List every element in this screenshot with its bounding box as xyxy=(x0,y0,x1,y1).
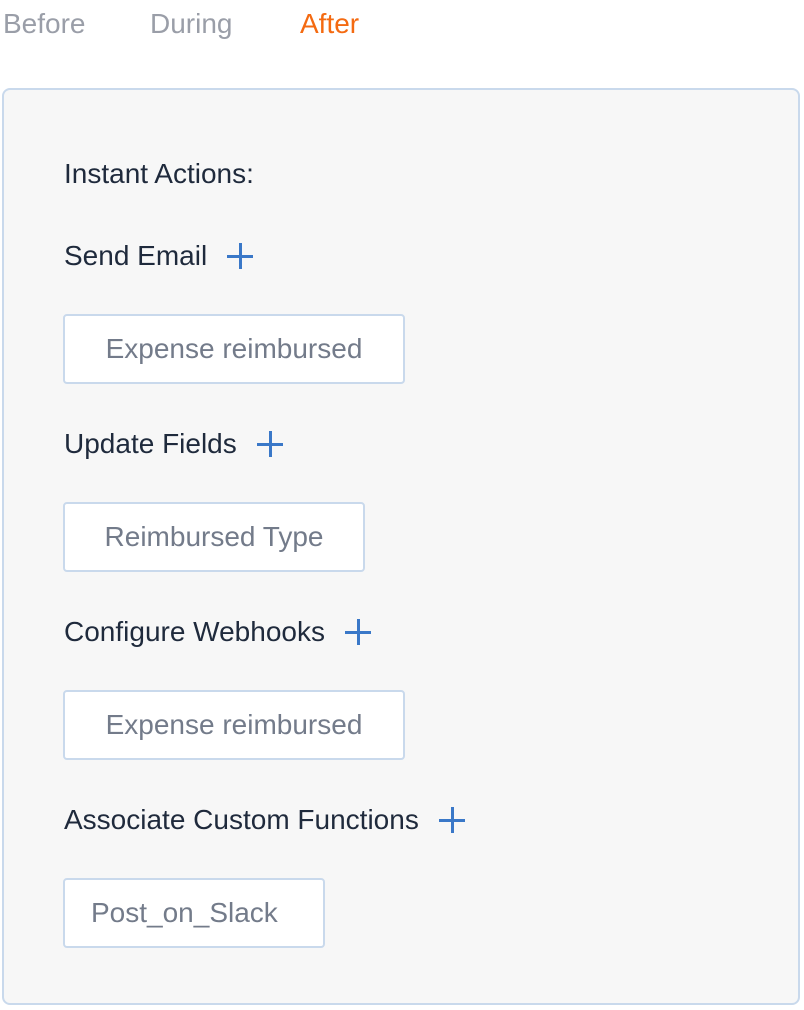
section-label: Configure Webhooks xyxy=(64,616,325,647)
custom-functions-section: Associate Custom Functions xyxy=(64,804,465,836)
configure-webhooks-section: Configure Webhooks xyxy=(64,616,371,648)
plus-icon[interactable] xyxy=(438,807,465,833)
plus-icon[interactable] xyxy=(344,619,371,645)
plus-icon[interactable] xyxy=(227,243,254,269)
section-label: Associate Custom Functions xyxy=(64,804,419,835)
instant-actions-panel: Instant Actions: Send Email Expense reim… xyxy=(2,88,800,1005)
email-item[interactable]: Expense reimbursed xyxy=(63,314,405,384)
custom-function-item[interactable]: Post_on_Slack xyxy=(63,878,325,948)
send-email-section: Send Email xyxy=(64,240,254,272)
section-label: Send Email xyxy=(64,240,208,271)
update-fields-section: Update Fields xyxy=(64,428,283,460)
tab-before[interactable]: Before xyxy=(3,4,86,44)
field-update-item[interactable]: Reimbursed Type xyxy=(63,502,365,572)
tab-after[interactable]: After xyxy=(300,4,359,44)
panel-heading: Instant Actions: xyxy=(64,158,254,189)
tab-during[interactable]: During xyxy=(150,4,232,44)
section-label: Update Fields xyxy=(64,428,237,459)
webhook-item[interactable]: Expense reimbursed xyxy=(63,690,405,760)
plus-icon[interactable] xyxy=(256,431,283,457)
